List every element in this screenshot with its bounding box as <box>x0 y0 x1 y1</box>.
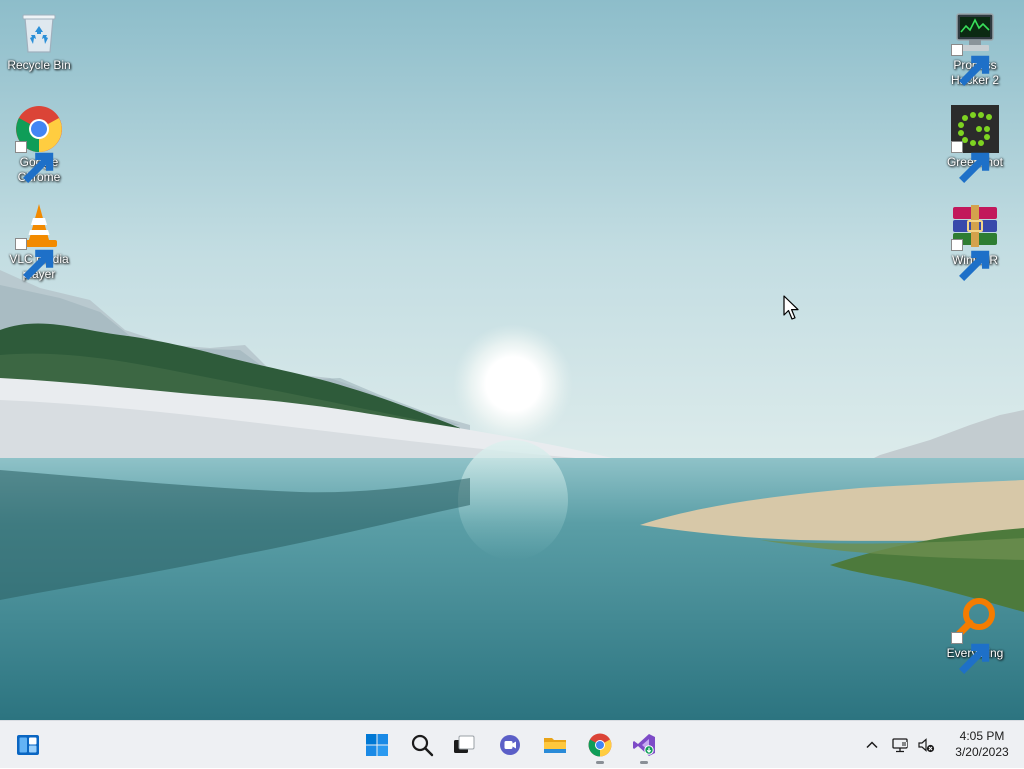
teams-chat-icon <box>500 735 520 755</box>
shortcut-arrow-icon <box>951 44 990 86</box>
visual-studio-icon <box>633 734 655 756</box>
search-icon <box>411 734 434 757</box>
desktop-icon-everything[interactable]: Everything <box>937 596 1013 674</box>
start-button[interactable] <box>357 725 397 765</box>
windows-start-icon <box>366 734 388 756</box>
desktop-icon-label: Recycle Bin <box>7 58 71 72</box>
desktop-icon-google-chrome[interactable]: Google Chrome <box>1 105 77 185</box>
visual-studio-button[interactable] <box>624 725 664 765</box>
network-tray-icon[interactable] <box>888 721 912 769</box>
chat-button[interactable] <box>490 725 530 765</box>
running-indicator <box>640 761 648 764</box>
task-view-button[interactable] <box>444 725 484 765</box>
task-view-icon <box>454 735 475 753</box>
desktop-icon-process-hacker-2[interactable]: Process Hacker 2 <box>937 8 1013 88</box>
widgets-button[interactable] <box>8 725 48 765</box>
clock-time: 4:05 PM <box>959 729 1005 743</box>
chevron-up-icon <box>866 741 878 749</box>
chrome-icon <box>588 733 612 757</box>
desktop-icon-recycle-bin[interactable]: Recycle Bin <box>1 8 77 73</box>
shortcut-arrow-icon <box>15 141 54 183</box>
network-icon <box>892 738 908 753</box>
taskbar: 4:05 PM 3/20/2023 <box>0 720 1024 768</box>
shortcut-arrow-icon <box>951 632 990 674</box>
search-button[interactable] <box>402 725 442 765</box>
widgets-icon <box>17 735 39 755</box>
tray-overflow-button[interactable] <box>860 721 884 769</box>
desktop-icon-winrar[interactable]: WinRAR <box>937 203 1013 281</box>
wallpaper <box>0 0 1024 720</box>
desktop[interactable]: Recycle Bin Google Chrome VLC media play… <box>0 0 1024 720</box>
running-indicator <box>596 761 604 764</box>
recycle-bin-icon <box>22 14 56 53</box>
folder-icon <box>544 738 566 753</box>
shortcut-arrow-icon <box>951 239 990 281</box>
mouse-cursor-icon <box>783 295 799 320</box>
shortcut-arrow-icon <box>951 141 990 183</box>
volume-muted-icon <box>918 738 935 753</box>
taskbar-clock[interactable]: 4:05 PM 3/20/2023 <box>944 728 1020 760</box>
chrome-taskbar-button[interactable] <box>580 725 620 765</box>
clock-date: 3/20/2023 <box>955 745 1009 759</box>
desktop-icon-greenshot[interactable]: Greenshot <box>937 105 1013 183</box>
volume-tray-icon[interactable] <box>914 721 938 769</box>
file-explorer-button[interactable] <box>535 725 575 765</box>
desktop-icon-vlc-media-player[interactable]: VLC media player <box>1 202 77 282</box>
shortcut-arrow-icon <box>15 238 54 280</box>
